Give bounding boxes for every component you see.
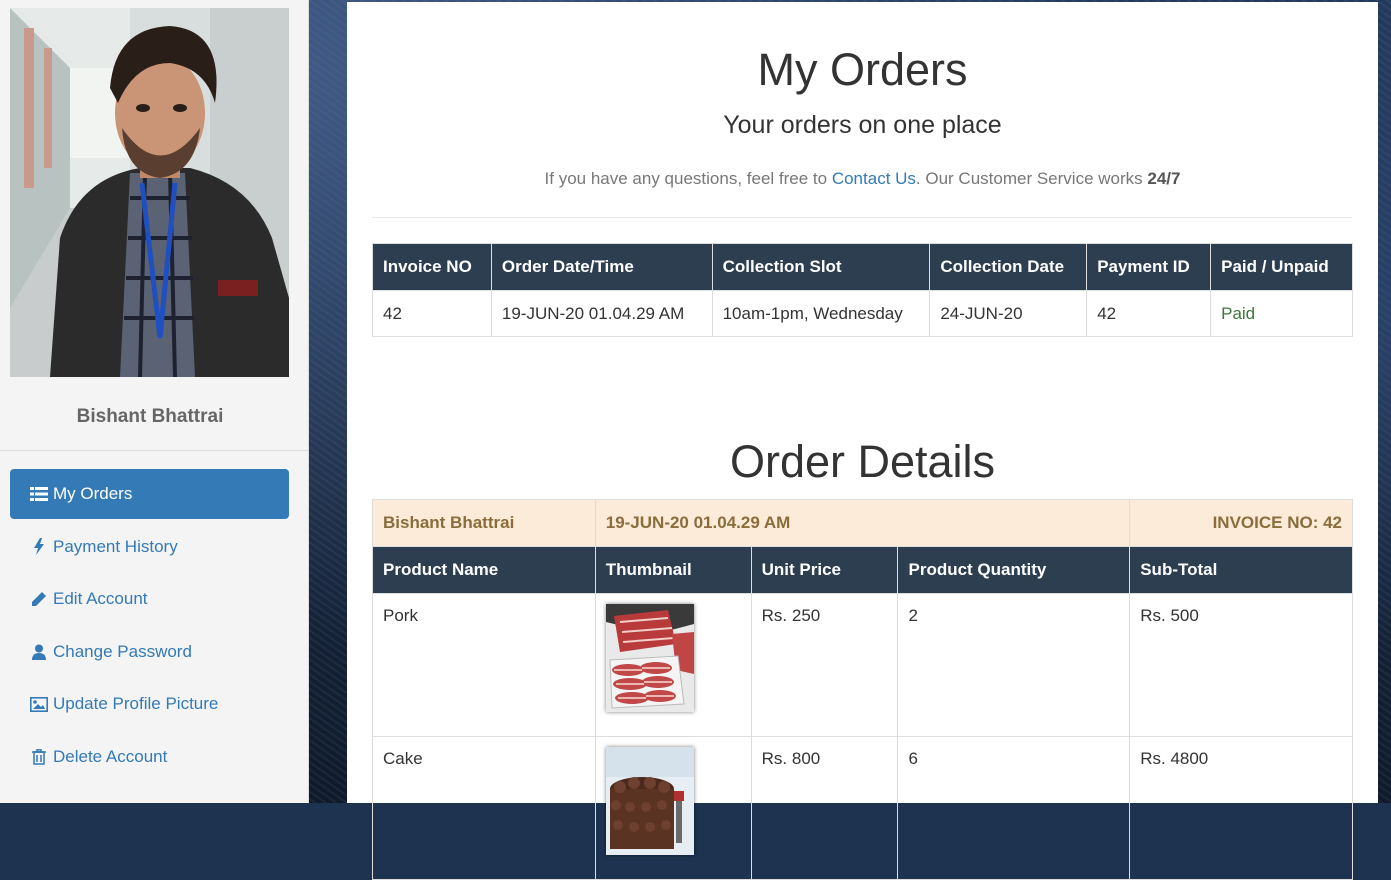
sidebar-item-edit-account[interactable]: Edit Account — [10, 574, 289, 624]
orders-table: Invoice NO Order Date/Time Collection Sl… — [372, 243, 1353, 337]
cake-thumbnail[interactable] — [605, 747, 694, 855]
sidebar-item-label: Edit Account — [53, 589, 148, 608]
sidebar-nav: My Orders Payment History Edit Account C… — [10, 469, 289, 784]
payment-id-cell: 42 — [1086, 290, 1212, 337]
sidebar-divider — [0, 450, 308, 451]
sidebar-item-update-profile-picture[interactable]: Update Profile Picture — [10, 679, 289, 729]
help-text-prefix: If you have any questions, feel free to — [544, 169, 832, 188]
invoice-number-cell: INVOICE NO: 42 — [1129, 499, 1353, 547]
collection-slot-cell: 10am-1pm, Wednesday — [711, 290, 931, 337]
header-divider — [372, 217, 1352, 218]
help-text-hours: 24/7 — [1147, 169, 1181, 188]
page-subtitle: Your orders on one place — [723, 111, 1002, 139]
bolt-icon — [29, 538, 49, 555]
image-icon — [29, 696, 49, 712]
customer-name-cell: Bishant Bhattrai — [372, 499, 596, 547]
collection-date-cell: 24-JUN-20 — [929, 290, 1088, 337]
help-text: If you have any questions, feel free to … — [347, 169, 1378, 189]
user-icon — [29, 644, 49, 660]
sidebar: Bishant Bhattrai My Orders Payment Histo… — [0, 0, 309, 803]
page-title: My Orders — [757, 44, 968, 95]
pencil-icon — [29, 591, 49, 607]
column-header: Order Date/Time — [490, 243, 713, 291]
column-header: Collection Date — [929, 243, 1088, 291]
profile-photo — [10, 8, 289, 377]
order-details-table: Bishant Bhattrai 19-JUN-20 01.04.29 AM I… — [372, 499, 1353, 880]
unit-price-cell: Rs. 250 — [750, 593, 899, 737]
order-details-title: Order Details — [729, 436, 996, 487]
column-header: Sub-Total — [1129, 546, 1353, 594]
details-header-row: Product Name Thumbnail Unit Price Produc… — [372, 546, 1353, 594]
table-row[interactable]: Cake Rs. 800 6 Rs. 4800 — [372, 736, 1353, 880]
sidebar-item-my-orders[interactable]: My Orders — [10, 469, 289, 519]
subtotal-cell: Rs. 4800 — [1129, 736, 1353, 880]
sidebar-item-delete-account[interactable]: Delete Account — [10, 732, 289, 782]
column-header: Thumbnail — [594, 546, 752, 594]
sidebar-item-label: Change Password — [53, 641, 192, 661]
sidebar-item-label: My Orders — [53, 484, 133, 503]
unit-price-cell: Rs. 800 — [750, 736, 899, 880]
subtotal-cell: Rs. 500 — [1129, 593, 1353, 737]
invoice-cell: 42 — [372, 290, 492, 337]
order-datetime-cell: 19-JUN-20 01.04.29 AM — [594, 499, 1131, 547]
trash-icon — [29, 748, 49, 765]
sidebar-item-change-password[interactable]: Change Password — [10, 627, 289, 677]
sidebar-item-label: Delete Account — [53, 746, 168, 766]
table-row[interactable]: 42 19-JUN-20 01.04.29 AM 10am-1pm, Wedne… — [372, 290, 1353, 337]
order-date-cell: 19-JUN-20 01.04.29 AM — [490, 290, 713, 337]
help-text-mid: . Our Customer Service works — [915, 169, 1148, 188]
column-header: Payment ID — [1086, 243, 1212, 291]
thumbnail-cell — [594, 736, 752, 880]
column-header: Unit Price — [750, 546, 899, 594]
contact-us-link[interactable]: Contact Us — [832, 169, 916, 188]
payment-status-cell: Paid — [1210, 290, 1353, 337]
column-header: Product Quantity — [897, 546, 1131, 594]
quantity-cell: 2 — [897, 593, 1131, 737]
order-info-row: Bishant Bhattrai 19-JUN-20 01.04.29 AM I… — [372, 499, 1353, 547]
sidebar-item-label: Update Profile Picture — [53, 694, 219, 713]
column-header: Invoice NO — [372, 243, 492, 291]
main-panel: My Orders Your orders on one place If yo… — [347, 2, 1378, 880]
sidebar-item-label: Payment History — [53, 536, 178, 556]
profile-name: Bishant Bhattrai — [76, 406, 224, 427]
column-header: Paid / Unpaid — [1210, 243, 1353, 291]
pork-thumbnail[interactable] — [605, 604, 694, 712]
column-header: Product Name — [372, 546, 596, 594]
table-row[interactable]: Pork Rs. 250 2 Rs. 500 — [372, 593, 1353, 737]
column-header: Collection Slot — [711, 243, 931, 291]
product-name-cell: Pork — [372, 593, 596, 737]
orders-header-row: Invoice NO Order Date/Time Collection Sl… — [372, 243, 1353, 291]
sidebar-item-payment-history[interactable]: Payment History — [10, 522, 289, 572]
thumbnail-cell — [594, 593, 752, 737]
quantity-cell: 6 — [897, 736, 1131, 880]
list-icon — [29, 486, 49, 502]
product-name-cell: Cake — [372, 736, 596, 880]
